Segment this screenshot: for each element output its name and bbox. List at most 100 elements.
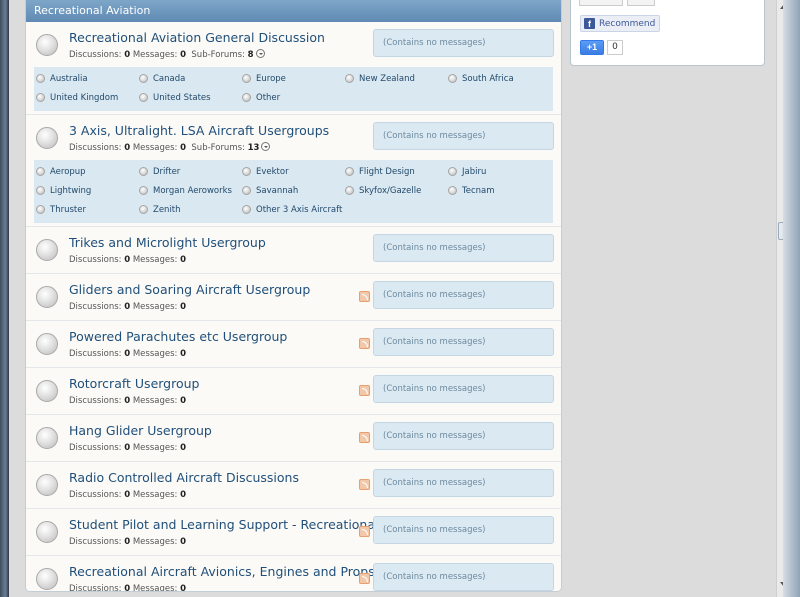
forum-stats: Discussions: 0 Messages: 0 Sub-Forums: 8 [69, 49, 265, 60]
forum-node-main: Rotorcraft Usergroup Discussions: 0 Messa… [26, 368, 561, 414]
subforum-label: Other 3 Axis Aircraft [256, 204, 343, 215]
window-right-frame [783, 0, 800, 597]
subforum-label: Drifter [153, 166, 181, 177]
forum-stats: Discussions: 0 Messages: 0 [69, 584, 186, 591]
subforum-label: New Zealand [359, 73, 415, 84]
rss-feed-icon[interactable] [359, 432, 370, 443]
forum-read-status-icon [36, 474, 58, 496]
subforum-item[interactable]: Evektor [240, 162, 343, 181]
subforum-item[interactable]: Zenith [137, 200, 240, 219]
discussions-count: 0 [124, 302, 131, 312]
rss-feed-icon[interactable] [359, 479, 370, 490]
forum-node-main: Recreational Aircraft Avionics, Engines … [26, 556, 561, 591]
forum-node: 3 Axis, Ultralight. LSA Aircraft Usergro… [26, 115, 561, 227]
subforum-status-icon [242, 205, 251, 214]
forum-title-link[interactable]: Recreational Aviation General Discussion [69, 30, 325, 45]
subforum-item[interactable]: Thruster [34, 200, 137, 219]
subforum-status-icon [242, 93, 251, 102]
forum-title-link[interactable]: Radio Controlled Aircraft Discussions [69, 470, 299, 485]
subforum-item[interactable]: Europe [240, 69, 343, 88]
subforum-item[interactable]: Morgan Aeroworks [137, 181, 240, 200]
forum-node: Gliders and Soaring Aircraft Usergroup Di… [26, 274, 561, 321]
subforum-item[interactable]: Lightwing [34, 181, 137, 200]
subforum-label: Thruster [50, 204, 86, 215]
subforum-item[interactable]: Canada [137, 69, 240, 88]
discussions-label: Discussions: [69, 396, 122, 406]
discussions-count: 0 [124, 537, 131, 547]
forum-title-link[interactable]: Gliders and Soaring Aircraft Usergroup [69, 282, 310, 297]
forum-node: Hang Glider Usergroup Discussions: 0 Mess… [26, 415, 561, 462]
messages-label: Messages: [132, 396, 178, 406]
forum-read-status-icon [36, 127, 58, 149]
recommend-label: Recommend [599, 18, 656, 29]
subforum-item[interactable]: South Africa [446, 69, 549, 88]
forum-node: Student Pilot and Learning Support - Rec… [26, 509, 561, 556]
rss-feed-icon[interactable] [359, 526, 370, 537]
discussions-label: Discussions: [69, 50, 122, 60]
forum-title-link[interactable]: Trikes and Microlight Usergroup [69, 235, 266, 250]
forum-node: Trikes and Microlight Usergroup Discussio… [26, 227, 561, 274]
subforum-label: Skyfox/Gazelle [359, 185, 422, 196]
forum-node-main: Hang Glider Usergroup Discussions: 0 Mess… [26, 415, 561, 461]
subforum-item[interactable]: Tecnam [446, 181, 549, 200]
discussions-label: Discussions: [69, 443, 122, 453]
google-plus-count: 0 [607, 40, 623, 55]
subforum-status-icon [242, 74, 251, 83]
forum-title-link[interactable]: 3 Axis, Ultralight. LSA Aircraft Usergro… [69, 123, 329, 138]
forum-node-main: Trikes and Microlight Usergroup Discussio… [26, 227, 561, 273]
forum-read-status-icon [36, 286, 58, 308]
forum-title-link[interactable]: Student Pilot and Learning Support - Rec… [69, 517, 379, 532]
share-stub [627, 0, 655, 6]
facebook-recommend-button[interactable]: f Recommend [580, 15, 661, 32]
subforum-item[interactable]: Skyfox/Gazelle [343, 181, 446, 200]
last-post-box: (Contains no messages) [373, 469, 554, 497]
discussions-label: Discussions: [69, 255, 122, 265]
discussions-count: 0 [124, 349, 131, 359]
forum-title-link[interactable]: Hang Glider Usergroup [69, 423, 212, 438]
discussions-label: Discussions: [69, 349, 122, 359]
subforum-item[interactable]: United States [137, 88, 240, 107]
subforums-label: Sub-Forums: [191, 50, 245, 60]
subforum-label: United States [153, 92, 211, 103]
subforum-item[interactable]: Other [240, 88, 343, 107]
subforum-item[interactable]: Drifter [137, 162, 240, 181]
subforum-label: Flight Design [359, 166, 415, 177]
discussions-label: Discussions: [69, 490, 122, 500]
subforum-item[interactable]: Flight Design [343, 162, 446, 181]
subforums-toggle-icon[interactable] [255, 49, 265, 58]
messages-label: Messages: [132, 255, 178, 265]
subforum-item[interactable]: Aeropup [34, 162, 137, 181]
subforum-item[interactable]: New Zealand [343, 69, 446, 88]
subforum-item[interactable]: Australia [34, 69, 137, 88]
forum-stats: Discussions: 0 Messages: 0 [69, 443, 186, 453]
subforum-label: Europe [256, 73, 286, 84]
rss-feed-icon[interactable] [359, 573, 370, 584]
rss-feed-icon[interactable] [359, 291, 370, 302]
google-plus-button[interactable]: +1 [580, 40, 604, 55]
subforum-status-icon [139, 74, 148, 83]
subforum-item[interactable]: Savannah [240, 181, 343, 200]
subforums-toggle-icon[interactable] [261, 142, 271, 151]
forum-category-panel: Recreational Aviation Recreational Aviat… [25, 0, 562, 592]
rss-feed-icon[interactable] [359, 385, 370, 396]
subforum-item[interactable]: United Kingdom [34, 88, 137, 107]
forum-title-link[interactable]: Rotorcraft Usergroup [69, 376, 200, 391]
last-post-box: (Contains no messages) [373, 328, 554, 356]
last-post-box: (Contains no messages) [373, 234, 554, 262]
forum-title-link[interactable]: Recreational Aircraft Avionics, Engines … [69, 564, 375, 579]
subforum-label: Zenith [153, 204, 181, 215]
rss-feed-icon[interactable] [359, 338, 370, 349]
google-plus-widget: +1 0 [580, 40, 623, 55]
forum-stats: Discussions: 0 Messages: 0 [69, 396, 186, 406]
subforum-status-icon [139, 205, 148, 214]
last-post-box: (Contains no messages) [373, 281, 554, 309]
subforum-label: South Africa [462, 73, 514, 84]
subforum-status-icon [242, 167, 251, 176]
subforum-item[interactable]: Other 3 Axis Aircraft [240, 200, 343, 219]
subforum-item[interactable]: Jabiru [446, 162, 549, 181]
subforum-label: Jabiru [462, 166, 487, 177]
subforum-label: Morgan Aeroworks [153, 185, 232, 196]
forum-title-link[interactable]: Powered Parachutes etc Usergroup [69, 329, 287, 344]
category-header[interactable]: Recreational Aviation [26, 0, 561, 22]
subforum-label: Other [256, 92, 281, 103]
